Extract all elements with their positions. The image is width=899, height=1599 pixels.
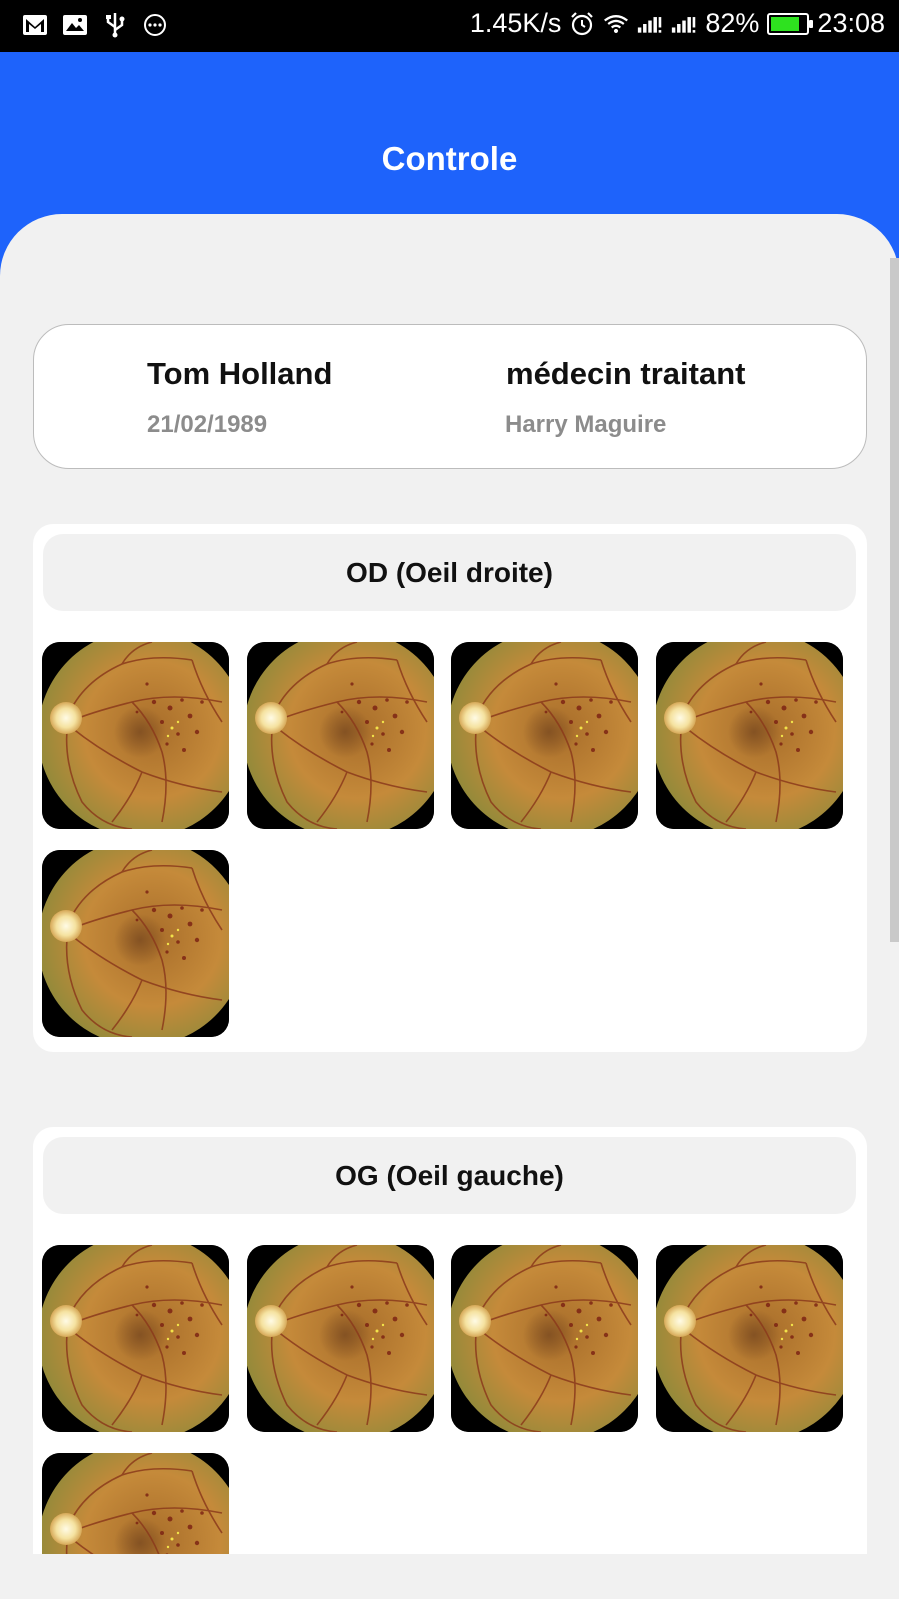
og-fundus-image[interactable] bbox=[247, 1245, 434, 1432]
usb-icon bbox=[102, 13, 128, 38]
od-fundus-image[interactable] bbox=[656, 642, 843, 829]
status-bar: 1.45K/s 82% 23:08 bbox=[0, 0, 899, 52]
page-title: Controle bbox=[381, 140, 518, 177]
patient-name: Tom Holland bbox=[147, 356, 333, 391]
og-section-title: OG (Oeil gauche) bbox=[43, 1137, 856, 1214]
scrollbar[interactable] bbox=[890, 258, 899, 942]
od-fundus-image[interactable] bbox=[247, 642, 434, 829]
og-fundus-image[interactable] bbox=[42, 1245, 229, 1432]
status-bar-system: 1.45K/s 82% 23:08 bbox=[470, 8, 885, 39]
patient-dob: 21/02/1989 bbox=[147, 411, 268, 438]
og-fundus-image[interactable] bbox=[656, 1245, 843, 1432]
clock: 23:08 bbox=[817, 8, 885, 38]
battery-icon bbox=[767, 12, 814, 35]
od-fundus-image[interactable] bbox=[42, 850, 229, 1037]
more-icon bbox=[142, 13, 168, 37]
doctor-label: médecin traitant bbox=[506, 356, 746, 391]
status-bar-notifications bbox=[22, 13, 168, 38]
og-section: OG (Oeil gauche) bbox=[33, 1127, 867, 1554]
image-icon bbox=[62, 13, 88, 37]
content-area[interactable]: Tom Holland 21/02/1989 médecin traitant … bbox=[0, 214, 899, 1554]
patient-card: Tom Holland 21/02/1989 médecin traitant … bbox=[33, 324, 867, 469]
network-speed: 1.45K/s bbox=[469, 8, 562, 38]
od-fundus-image[interactable] bbox=[451, 642, 638, 829]
od-section: OD (Oeil droite) bbox=[33, 524, 867, 1052]
od-fundus-image[interactable] bbox=[42, 642, 229, 829]
signal-2-icon bbox=[671, 12, 697, 36]
gmail-icon bbox=[22, 13, 48, 37]
og-fundus-image[interactable] bbox=[42, 1453, 229, 1554]
doctor-name: Harry Maguire bbox=[505, 411, 667, 438]
wifi-icon bbox=[603, 12, 629, 36]
og-fundus-image[interactable] bbox=[451, 1245, 638, 1432]
battery-percent: 82% bbox=[705, 8, 760, 38]
alarm-icon bbox=[569, 11, 595, 36]
signal-1-icon bbox=[637, 12, 663, 36]
od-section-title: OD (Oeil droite) bbox=[43, 534, 856, 611]
